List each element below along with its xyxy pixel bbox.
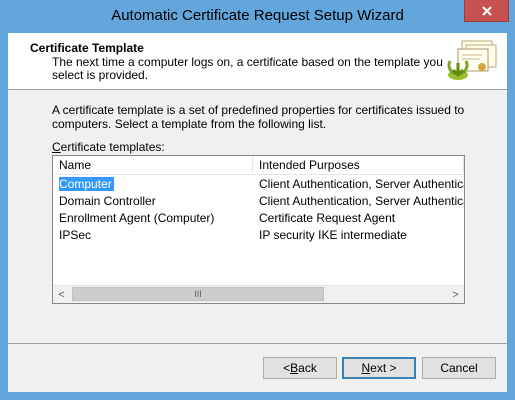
page-title: Certificate Template: [30, 41, 144, 55]
scroll-right-icon: >: [452, 288, 459, 301]
wizard-header: Certificate Template The next time a com…: [8, 33, 507, 90]
back-button[interactable]: < Back: [263, 357, 337, 379]
list-header: Name Intended Purposes: [53, 156, 464, 175]
column-header-name[interactable]: Name: [59, 158, 91, 172]
scroll-right-button[interactable]: >: [447, 286, 464, 303]
column-separator[interactable]: [463, 156, 464, 173]
column-header-purposes[interactable]: Intended Purposes: [259, 158, 360, 172]
scroll-thumb[interactable]: III: [72, 287, 324, 301]
page-description: The next time a computer logs on, a cert…: [52, 55, 443, 82]
row-name: Domain Controller: [59, 194, 156, 208]
title-bar[interactable]: Automatic Certificate Request Setup Wiza…: [0, 0, 515, 33]
table-row[interactable]: Computer Client Authentication, Server A…: [53, 175, 464, 192]
intro-text: A certificate template is a set of prede…: [52, 103, 465, 131]
row-purposes: Certificate Request Agent: [259, 211, 396, 225]
window-title: Automatic Certificate Request Setup Wiza…: [111, 7, 404, 24]
scroll-left-icon: <: [58, 288, 65, 301]
column-separator[interactable]: [252, 156, 253, 173]
horizontal-scrollbar[interactable]: < III >: [53, 285, 464, 303]
grip-icon: III: [194, 289, 202, 299]
next-button[interactable]: Next >: [342, 357, 416, 379]
row-name: Enrollment Agent (Computer): [59, 211, 215, 225]
table-row[interactable]: Enrollment Agent (Computer) Certificate …: [53, 209, 464, 226]
scroll-left-button[interactable]: <: [53, 286, 70, 303]
row-name: Computer: [59, 177, 114, 191]
cancel-button[interactable]: Cancel: [422, 357, 496, 379]
certificate-wizard-icon: [447, 40, 497, 80]
close-icon: [481, 5, 492, 16]
table-row[interactable]: Domain Controller Client Authentication,…: [53, 192, 464, 209]
templates-label: Certificate templates:: [52, 140, 165, 154]
wizard-window: Automatic Certificate Request Setup Wiza…: [0, 0, 515, 400]
table-row[interactable]: IPSec IP security IKE intermediate: [53, 226, 464, 243]
wizard-client-area: Certificate Template The next time a com…: [8, 33, 507, 392]
row-name: IPSec: [59, 228, 92, 242]
templates-listview[interactable]: Name Intended Purposes Computer Client A…: [52, 155, 465, 304]
close-button[interactable]: [464, 0, 509, 22]
row-purposes: Client Authentication, Server Authentica…: [259, 177, 464, 191]
row-purposes: IP security IKE intermediate: [259, 228, 407, 242]
footer-divider: [8, 343, 507, 344]
row-purposes: Client Authentication, Server Authentica…: [259, 194, 464, 208]
